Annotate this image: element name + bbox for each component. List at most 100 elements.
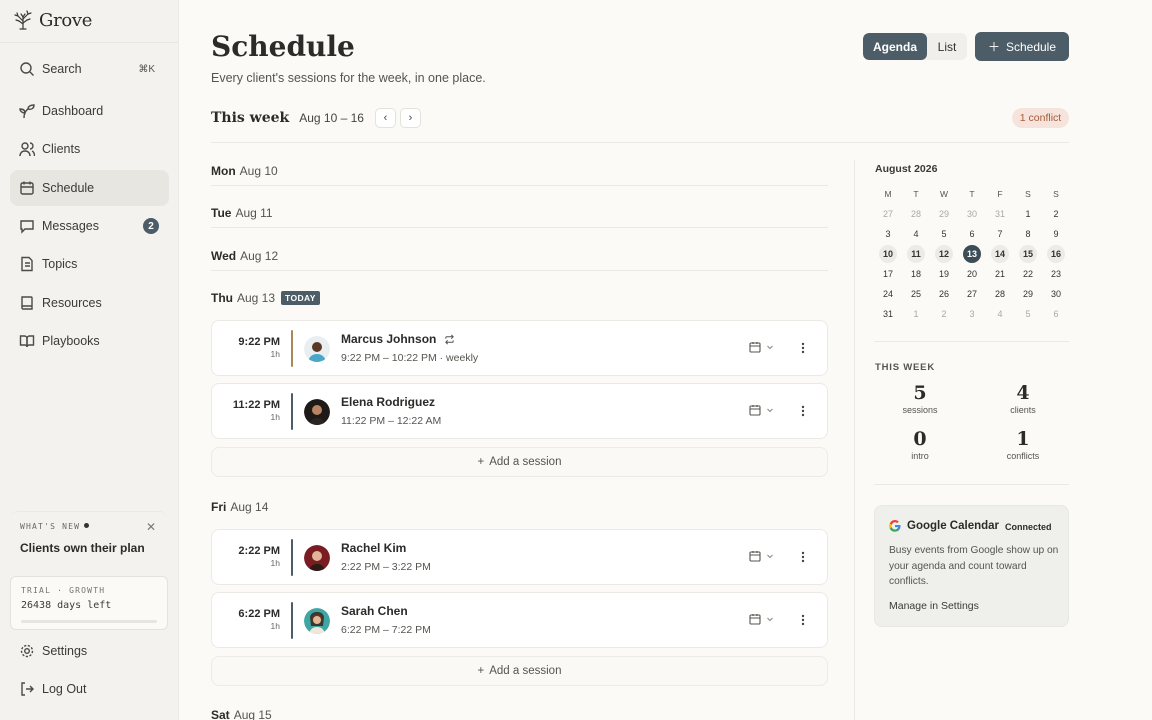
add-session-button[interactable]: + Add a session [211,656,828,686]
calendar-dropdown[interactable] [749,404,774,416]
calendar-day[interactable]: 31 [874,304,902,324]
trial-card: TRIAL · GROWTH 26438 days left [10,576,168,630]
calendar-day[interactable]: 2 [1042,204,1070,224]
add-session-button[interactable]: + Add a session [211,447,828,477]
calendar-day[interactable]: 7 [986,224,1014,244]
close-icon[interactable]: ✕ [146,520,156,534]
calendar-day[interactable]: 3 [874,224,902,244]
sidebar-item-dashboard[interactable]: Dashboard [10,93,169,129]
sidebar-item-settings[interactable]: Settings [10,633,169,669]
calendar-day[interactable]: 19 [930,264,958,284]
stat-value: 0 [913,428,927,450]
schedule-button[interactable]: ＋ Schedule [975,32,1069,61]
more-icon[interactable] [797,404,809,418]
calendar-day[interactable]: 8 [1014,224,1042,244]
calendar-day[interactable]: 11 [902,244,930,264]
calendar-day[interactable]: 24 [874,284,902,304]
calendar-day[interactable]: 29 [930,204,958,224]
calendar-dropdown[interactable] [749,341,774,353]
google-calendar-card: Google Calendar Connected Busy events fr… [874,505,1069,627]
session-card[interactable]: 9:22 PM 1h Marcus Johnson 9:22 PM – 10:2… [211,320,828,376]
session-card[interactable]: 11:22 PM 1h Elena Rodriguez 11:22 PM – 1… [211,383,828,439]
app-logo[interactable]: Grove [12,9,92,31]
calendar-day[interactable]: 21 [986,264,1014,284]
calendar-day[interactable]: 25 [902,284,930,304]
calendar-day[interactable]: 23 [1042,264,1070,284]
day-date: Aug 14 [230,500,269,514]
client-name: Rachel Kim [341,541,407,555]
more-icon[interactable] [797,550,809,564]
view-list-tab[interactable]: List [927,33,967,60]
calendar-day[interactable]: 20 [958,264,986,284]
calendar-day[interactable]: 10 [874,244,902,264]
panel-divider [854,160,855,720]
calendar-day[interactable]: 9 [1042,224,1070,244]
calendar-day[interactable]: 26 [930,284,958,304]
sidebar-item-schedule[interactable]: Schedule [10,170,169,206]
chevron-right-icon[interactable]: › [399,108,421,128]
calendar-day[interactable]: 5 [1014,304,1042,324]
calendar-day[interactable]: 14 [986,244,1014,264]
calendar-day[interactable]: 1 [902,304,930,324]
calendar-day[interactable]: 30 [1042,284,1070,304]
calendar-day[interactable]: 15 [1014,244,1042,264]
calendar-dropdown[interactable] [749,550,774,562]
sidebar-item-messages[interactable]: Messages 2 [10,208,169,244]
calendar-day[interactable]: 29 [1014,284,1042,304]
calendar-day[interactable]: 4 [902,224,930,244]
calendar-day[interactable]: 16 [1042,244,1070,264]
sidebar-item-topics[interactable]: Topics [10,246,169,282]
whats-new-card[interactable]: WHAT'S NEW ✕ Clients own their plan [10,511,167,564]
sidebar-item-label: Settings [42,644,88,658]
calendar-day[interactable]: 5 [930,224,958,244]
chevron-left-icon[interactable]: ‹ [374,108,396,128]
calendar-day[interactable]: 6 [1042,304,1070,324]
calendar-day[interactable]: 6 [958,224,986,244]
weekday-header: M [884,189,892,199]
search-button[interactable]: Search ⌘K [10,51,169,87]
day-header-thu: Thu Aug 13 TODAY [211,291,320,305]
calendar-day[interactable]: 30 [958,204,986,224]
calendar-day[interactable]: 22 [1014,264,1042,284]
calendar-day[interactable]: 28 [986,284,1014,304]
day-header-wed: Wed Aug 12 [211,249,278,263]
more-icon[interactable] [797,341,809,355]
calendar-day[interactable]: 4 [986,304,1014,324]
calendar-day[interactable]: 17 [874,264,902,284]
calendar-day[interactable]: 27 [874,204,902,224]
conflict-badge[interactable]: 1 conflict [1012,108,1069,128]
weekday-header: T [969,189,975,199]
calendar-day[interactable]: 31 [986,204,1014,224]
session-detail: 2:22 PM – 3:22 PM [341,561,431,573]
calendar-day[interactable]: 1 [1014,204,1042,224]
calendar-day[interactable]: 12 [930,244,958,264]
gear-icon [19,643,35,659]
view-agenda-tab[interactable]: Agenda [863,33,927,60]
calendar-day[interactable]: 27 [958,284,986,304]
session-card[interactable]: 6:22 PM 1h Sarah Chen 6:22 PM – 7:22 PM [211,592,828,648]
calendar-dropdown[interactable] [749,613,774,625]
calendar-day[interactable]: 2 [930,304,958,324]
manage-settings-link[interactable]: Manage in Settings [889,600,979,612]
more-icon[interactable] [797,613,809,627]
stat-value: 1 [1016,428,1030,450]
book-icon [19,295,35,311]
day-date: Aug 12 [240,249,279,263]
calendar-day[interactable]: 28 [902,204,930,224]
chevron-down-icon [766,552,774,560]
whats-new-title: Clients own their plan [20,541,145,555]
users-icon [19,141,35,157]
calendar-day[interactable]: 3 [958,304,986,324]
calendar-day[interactable]: 18 [902,264,930,284]
session-card[interactable]: 2:22 PM 1h Rachel Kim 2:22 PM – 3:22 PM [211,529,828,585]
avatar [304,545,330,571]
weekday-header: F [997,189,1003,199]
sidebar-item-resources[interactable]: Resources [10,285,169,321]
page-title: Schedule [211,30,355,63]
sidebar-item-playbooks[interactable]: Playbooks [10,323,169,359]
sidebar-item-clients[interactable]: Clients [10,131,169,167]
today-badge: TODAY [281,291,320,305]
sidebar: Grove Search ⌘K Dashboard Clients Schedu… [0,0,179,720]
logout-button[interactable]: Log Out [10,671,169,707]
calendar-day[interactable]: 13 [958,244,986,264]
